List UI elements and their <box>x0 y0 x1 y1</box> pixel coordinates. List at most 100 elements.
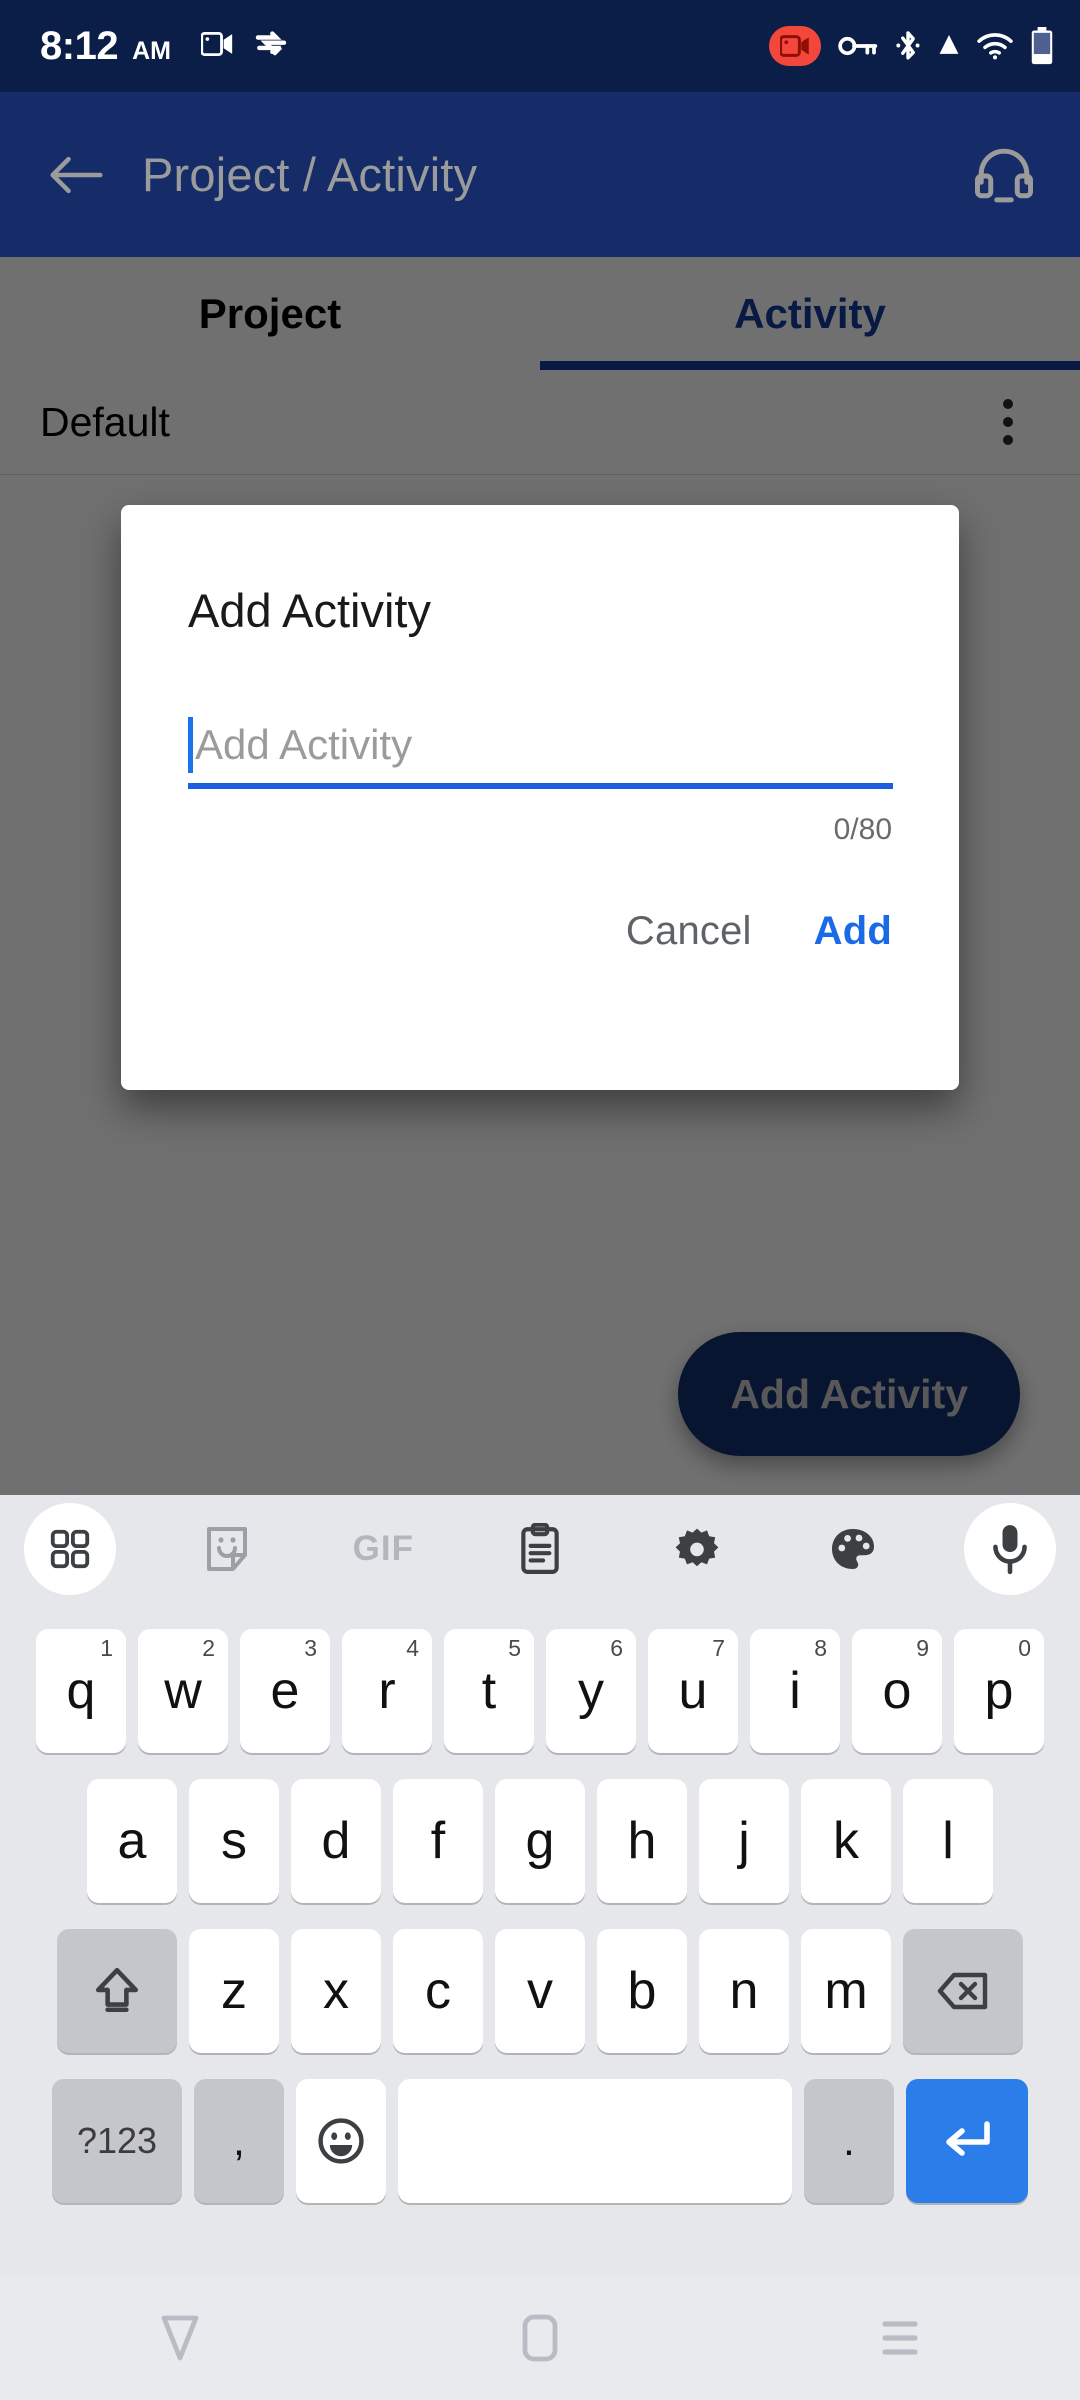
more-vert-icon[interactable] <box>976 390 1040 454</box>
dialog-title: Add Activity <box>188 584 431 637</box>
key-sup: 3 <box>304 1635 317 1661</box>
key-g[interactable]: g <box>495 1779 585 1903</box>
nav-home-icon[interactable] <box>485 2283 595 2393</box>
list-item-label: Default <box>40 398 170 445</box>
tab-project[interactable]: Project <box>0 257 540 370</box>
emoji-key[interactable] <box>296 2079 386 2203</box>
dialog-actions: Cancel Add <box>188 909 892 954</box>
on-screen-keyboard: GIF 1 q 2 w 3 e 4 r 5 t 6 y 7 u 8 i 9 o … <box>0 1495 1080 2275</box>
comma-key[interactable]: , <box>194 2079 284 2203</box>
wifi-icon <box>977 33 1013 60</box>
key-sup: 4 <box>406 1635 419 1661</box>
key-i[interactable]: 8 i <box>750 1629 840 1753</box>
keyboard-toolbar: GIF <box>0 1495 1080 1603</box>
key-label: u <box>678 1662 708 1720</box>
key-d[interactable]: d <box>291 1779 381 1903</box>
palette-icon[interactable] <box>807 1503 899 1595</box>
gif-icon[interactable]: GIF <box>337 1503 429 1595</box>
back-button[interactable] <box>36 135 116 215</box>
key-b[interactable]: b <box>597 1929 687 2053</box>
activity-name-input[interactable]: Add Activity <box>188 701 893 789</box>
video-camera-icon <box>200 31 233 56</box>
key-sup: 5 <box>508 1635 521 1661</box>
nav-recents-icon[interactable] <box>845 2283 955 2393</box>
key-s[interactable]: s <box>189 1779 279 1903</box>
page-title: Project / Activity <box>142 148 478 201</box>
key-label: e <box>270 1662 300 1720</box>
key-j[interactable]: j <box>699 1779 789 1903</box>
keyboard-row-4: ?123 , . <box>0 2079 1080 2203</box>
microphone-icon[interactable] <box>963 1503 1056 1595</box>
battery-icon <box>1031 27 1053 65</box>
status-bar-left: 8:12 AM <box>40 24 289 69</box>
key-l[interactable]: l <box>903 1779 993 1903</box>
emoji-smiley-icon <box>318 2118 364 2164</box>
vpn-key-icon <box>838 36 878 56</box>
period-key[interactable]: . <box>804 2079 894 2203</box>
key-x[interactable]: x <box>291 1929 381 2053</box>
cancel-button[interactable]: Cancel <box>626 909 752 954</box>
text-cursor <box>188 717 193 773</box>
settings-gear-icon[interactable] <box>651 1503 743 1595</box>
key-p[interactable]: 0 p <box>954 1629 1044 1753</box>
app-bar: Project / Activity <box>0 92 1080 257</box>
key-sup: 0 <box>1018 1635 1031 1661</box>
key-sup: 8 <box>814 1635 827 1661</box>
key-e[interactable]: 3 e <box>240 1629 330 1753</box>
key-sup: 9 <box>916 1635 929 1661</box>
shift-arrow-icon <box>95 1967 139 2013</box>
support-headset-button[interactable] <box>964 135 1044 215</box>
key-o[interactable]: 9 o <box>852 1629 942 1753</box>
list-item[interactable]: Default <box>0 370 1080 475</box>
key-sup: 2 <box>202 1635 215 1661</box>
vpn-sync-icon <box>255 30 287 55</box>
keyboard-row-3: z x c v b n m <box>0 1929 1080 2053</box>
key-h[interactable]: h <box>597 1779 687 1903</box>
headset-icon <box>975 148 1033 202</box>
nav-back-icon[interactable] <box>125 2283 235 2393</box>
enter-key[interactable] <box>906 2079 1028 2203</box>
key-t[interactable]: 5 t <box>444 1629 534 1753</box>
status-bar-right <box>769 26 1054 66</box>
signal-icon <box>939 35 959 54</box>
key-sup: 1 <box>100 1635 113 1661</box>
tab-bar: Project Activity <box>0 257 1080 370</box>
screen-record-icon <box>769 26 821 66</box>
key-m[interactable]: m <box>801 1929 891 2053</box>
status-bar: 8:12 AM <box>0 0 1080 92</box>
tab-activity[interactable]: Activity <box>540 257 1080 370</box>
key-c[interactable]: c <box>393 1929 483 2053</box>
apps-grid-icon[interactable] <box>24 1503 116 1595</box>
shift-key[interactable] <box>57 1929 177 2053</box>
backspace-key[interactable] <box>903 1929 1023 2053</box>
add-activity-fab[interactable]: Add Activity <box>678 1332 1020 1456</box>
space-key[interactable] <box>398 2079 792 2203</box>
symbols-key[interactable]: ?123 <box>52 2079 182 2203</box>
key-a[interactable]: a <box>87 1779 177 1903</box>
key-k[interactable]: k <box>801 1779 891 1903</box>
key-z[interactable]: z <box>189 1929 279 2053</box>
character-counter: 0/80 <box>833 813 892 846</box>
key-v[interactable]: v <box>495 1929 585 2053</box>
key-label: i <box>789 1662 801 1720</box>
add-button[interactable]: Add <box>814 909 892 954</box>
add-activity-dialog: Add Activity Add Activity 0/80 Cancel Ad… <box>121 505 959 1090</box>
key-y[interactable]: 6 y <box>546 1629 636 1753</box>
key-w[interactable]: 2 w <box>138 1629 228 1753</box>
clipboard-icon[interactable] <box>494 1503 586 1595</box>
input-underline <box>188 783 893 789</box>
key-label: r <box>378 1662 396 1720</box>
keyboard-row-1: 1 q 2 w 3 e 4 r 5 t 6 y 7 u 8 i 9 o 0 p <box>0 1629 1080 1753</box>
sticker-icon[interactable] <box>181 1503 273 1595</box>
key-r[interactable]: 4 r <box>342 1629 432 1753</box>
key-n[interactable]: n <box>699 1929 789 2053</box>
backspace-icon <box>937 1972 988 2010</box>
key-label: w <box>164 1662 202 1720</box>
enter-return-icon <box>946 2121 990 2156</box>
bluetooth-icon <box>896 31 920 60</box>
key-f[interactable]: f <box>393 1779 483 1903</box>
key-u[interactable]: 7 u <box>648 1629 738 1753</box>
phone-screen: 8:12 AM Project / Activity Project Activ… <box>0 0 1080 2400</box>
key-q[interactable]: 1 q <box>36 1629 126 1753</box>
key-sup: 7 <box>712 1635 725 1661</box>
